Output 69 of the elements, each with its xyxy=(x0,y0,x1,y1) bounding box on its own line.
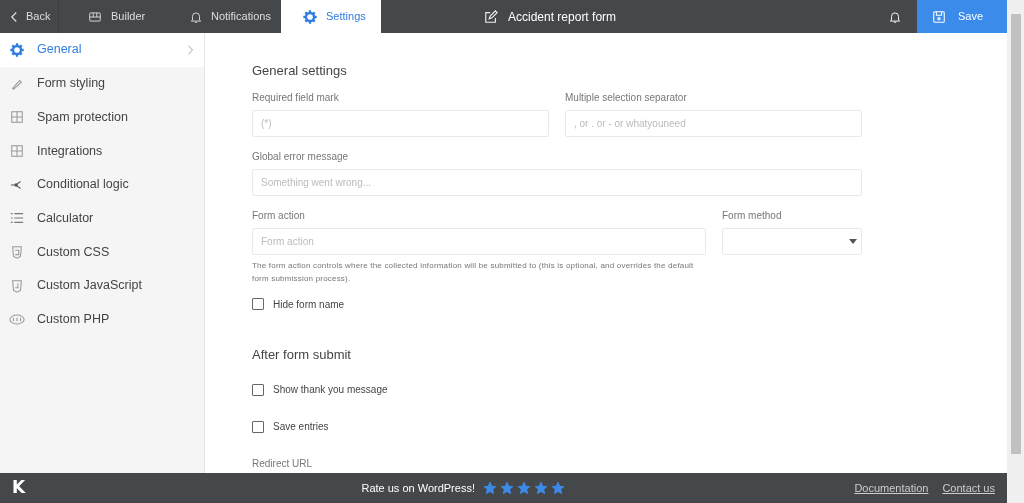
star-icon[interactable] xyxy=(482,481,497,495)
input-field[interactable]: (*) xyxy=(252,109,549,137)
gear-icon xyxy=(9,41,25,58)
bell-icon[interactable] xyxy=(888,9,902,24)
field-label: Multiple selection separator xyxy=(565,90,688,105)
checkbox-label: Hide form name xyxy=(273,297,345,312)
sidebar-item[interactable]: Custom JavaScript xyxy=(0,268,204,303)
sidebar-item[interactable]: Custom CSS xyxy=(0,235,204,269)
star-icon[interactable] xyxy=(533,481,548,495)
star-rating[interactable] xyxy=(482,481,565,495)
logo: K xyxy=(12,476,27,500)
help-text: The form action controls where the collected information will be submitted to (this is optional, and overrides the default form submission process). xyxy=(252,259,695,285)
sidebar-item[interactable]: General xyxy=(0,33,204,67)
tab[interactable]: Settings xyxy=(281,0,381,33)
section-heading: After form submit xyxy=(252,345,352,364)
sidebar-item[interactable]: Calculator xyxy=(0,201,204,236)
sidebar-item[interactable]: Form styling xyxy=(0,66,204,101)
item-label: Integrations xyxy=(37,142,104,160)
list-icon xyxy=(10,211,24,226)
chevron-right-icon xyxy=(187,43,194,56)
star-icon[interactable] xyxy=(499,481,514,495)
shield-icon xyxy=(10,278,24,293)
board-icon xyxy=(87,9,103,24)
scrollbar[interactable] xyxy=(1007,0,1024,503)
checkbox[interactable] xyxy=(252,383,264,396)
item-label: Calculator xyxy=(37,209,95,227)
footer-link[interactable]: Contact us xyxy=(942,479,995,497)
bell-icon xyxy=(189,9,203,24)
input-field[interactable]: Something went wrong... xyxy=(252,168,862,196)
item-label: Form styling xyxy=(37,75,107,93)
field-label: Redirect URL xyxy=(252,457,314,471)
checkbox-label: Save entries xyxy=(273,420,329,434)
item-label: Custom PHP xyxy=(37,310,111,328)
checkbox-label: Show thank you message xyxy=(273,383,388,397)
field-label: Form method xyxy=(722,208,783,223)
star-icon[interactable] xyxy=(516,481,531,495)
input-field[interactable]: Form action xyxy=(252,227,706,255)
floppy-icon xyxy=(932,9,946,24)
ellipse-icon xyxy=(9,313,25,325)
section-heading: General settings xyxy=(252,62,348,80)
chevron-left-icon xyxy=(10,10,18,23)
star-icon[interactable] xyxy=(550,481,565,495)
grid-icon xyxy=(10,143,24,158)
item-label: Conditional logic xyxy=(37,176,130,194)
item-label: General xyxy=(37,41,83,59)
rating-prompt: Rate us on WordPress! xyxy=(361,480,475,496)
select-field[interactable] xyxy=(722,227,862,255)
sidebar-item[interactable]: Custom PHP xyxy=(0,302,204,337)
caret-down-icon xyxy=(849,238,857,244)
sidebar-item[interactable]: Spam protection xyxy=(0,100,204,135)
item-label: Custom CSS xyxy=(37,243,111,261)
checkbox[interactable] xyxy=(252,420,264,433)
sidebar-item[interactable]: Integrations xyxy=(0,134,204,168)
footer-link[interactable]: Documentation xyxy=(854,479,929,497)
field-label: Required field mark xyxy=(252,90,340,105)
edit-icon xyxy=(484,9,498,24)
sidebar-item[interactable]: Conditional logic xyxy=(0,167,204,202)
shield-icon xyxy=(10,244,24,259)
grid-icon xyxy=(10,110,24,125)
gear-icon xyxy=(302,8,318,25)
tab[interactable]: Notifications xyxy=(158,0,281,33)
form-title: Accident report form xyxy=(508,8,617,26)
field-label: Form action xyxy=(252,208,306,223)
tab[interactable]: Builder xyxy=(59,0,158,33)
field-label: Global error message xyxy=(252,149,350,164)
item-label: Spam protection xyxy=(37,108,130,126)
input-field[interactable]: , or . or - or whatyouneed xyxy=(565,109,862,137)
item-label: Custom JavaScript xyxy=(37,277,143,295)
checkbox[interactable] xyxy=(252,298,264,310)
